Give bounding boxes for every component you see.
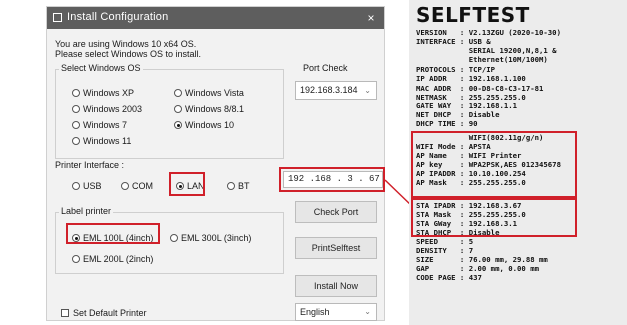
title-bar: Install Configuration × — [47, 7, 384, 29]
language-select[interactable]: English ⌄ — [295, 303, 377, 321]
printout-line: PROTOCOLS : TCP/IP — [416, 65, 496, 74]
printout-line: SPEED : 5 — [416, 237, 474, 246]
printout-line: SIZE : 76.00 mm, 29.88 mm — [416, 255, 548, 264]
port-check-label: Port Check — [303, 63, 348, 73]
app-icon — [53, 13, 62, 22]
os-intro-text: You are using Windows 10 x64 OS. Please … — [55, 39, 202, 59]
dialog-title: Install Configuration — [67, 11, 169, 23]
radio-circle — [72, 182, 80, 190]
radio-circle — [227, 182, 235, 190]
printout-line: VERSION : V2.13ZGU (2020-10-30) — [416, 28, 561, 37]
printout-line: GATE WAY : 192.168.1.1 — [416, 101, 518, 110]
radio-circle — [72, 137, 80, 145]
printer-eml-300l[interactable]: EML 300L (3inch) — [170, 233, 251, 243]
printout-line: DENSITY : 7 — [416, 246, 474, 255]
set-default-printer-checkbox[interactable]: Set Default Printer — [61, 308, 147, 318]
interface-com[interactable]: COM — [121, 181, 153, 191]
printout-line: Ethernet(10M/100M) — [416, 55, 548, 64]
radio-circle — [174, 89, 182, 97]
printout-line: GAP : 2.00 mm, 0.00 mm — [416, 264, 540, 273]
radio-circle — [72, 255, 80, 263]
selftest-title: SELFTEST — [416, 3, 530, 27]
printout-line: MAC ADDR : 00-D8-C8-C3-17-81 — [416, 84, 544, 93]
chevron-down-icon: ⌄ — [364, 307, 371, 316]
print-selftest-button[interactable]: PrintSelftest — [295, 237, 377, 259]
printout-line: IP ADDR : 192.168.1.100 — [416, 74, 526, 83]
radio-circle — [72, 105, 80, 113]
radio-circle — [72, 121, 80, 129]
radio-circle — [72, 89, 80, 97]
install-now-button[interactable]: Install Now — [295, 275, 377, 297]
selftest-printout: SELFTEST VERSION : V2.13ZGU (2020-10-30)… — [409, 0, 627, 325]
check-port-button[interactable]: Check Port — [295, 201, 377, 223]
sta-highlight-box — [411, 198, 577, 237]
os-option-windows-2003[interactable]: Windows 2003 — [72, 104, 142, 114]
chevron-down-icon: ⌄ — [364, 86, 371, 95]
eml-100l-highlight-box — [66, 223, 160, 244]
lan-highlight-box — [169, 172, 205, 196]
install-configuration-dialog: Install Configuration × You are using Wi… — [47, 7, 384, 321]
radio-circle — [121, 182, 129, 190]
printer-eml-200l[interactable]: EML 200L (2inch) — [72, 254, 153, 264]
printout-line: INTERFACE : USB & — [416, 37, 491, 46]
os-option-windows-11[interactable]: Windows 11 — [72, 136, 131, 146]
printout-line: NET DHCP : Disable — [416, 110, 500, 119]
port-check-select[interactable]: 192.168.3.184 ⌄ — [295, 81, 377, 100]
checkbox-box — [61, 309, 69, 317]
os-option-windows-xp[interactable]: Windows XP — [72, 88, 134, 98]
os-option-windows-8[interactable]: Windows 8/8.1 — [174, 104, 244, 114]
printout-line: CODE PAGE : 437 — [416, 273, 482, 282]
printout-line: SERIAL 19200,N,8,1 & — [416, 46, 557, 55]
radio-circle — [170, 234, 178, 242]
printout-line: DHCP TIME : 90 — [416, 119, 478, 128]
interface-bt[interactable]: BT — [227, 181, 250, 191]
radio-circle — [174, 105, 182, 113]
interface-usb[interactable]: USB — [72, 181, 102, 191]
ip-highlight-box — [279, 167, 385, 192]
radio-circle-selected — [174, 121, 182, 129]
printer-interface-label: Printer Interface : — [55, 160, 125, 170]
os-option-windows-vista[interactable]: Windows Vista — [174, 88, 244, 98]
os-option-windows-10[interactable]: Windows 10 — [174, 120, 234, 130]
label-printer-label: Label printer — [59, 206, 114, 216]
wifi-highlight-box — [411, 131, 577, 198]
os-option-windows-7[interactable]: Windows 7 — [72, 120, 127, 130]
close-button[interactable]: × — [358, 7, 384, 29]
os-group-label: Select Windows OS — [59, 63, 143, 73]
